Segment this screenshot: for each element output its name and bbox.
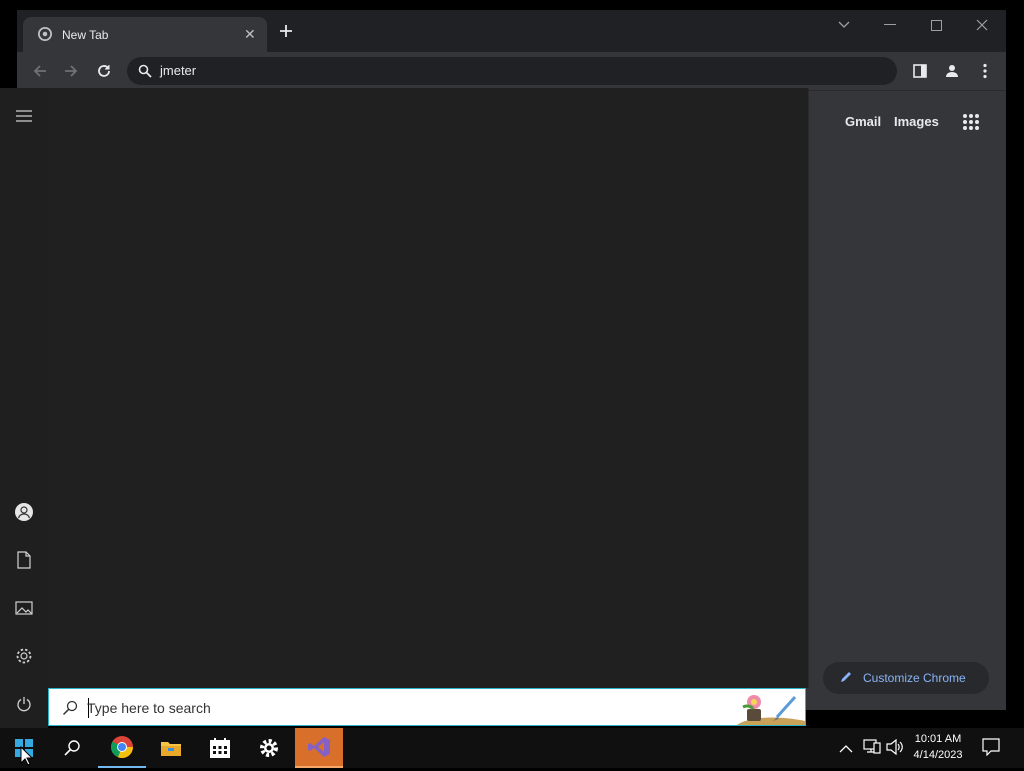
tab-search-icon[interactable] [821,10,867,40]
calendar-icon[interactable] [196,728,244,768]
reload-icon[interactable] [90,57,118,85]
clock-time[interactable]: 10:01 AM [906,733,970,745]
forward-icon[interactable] [57,57,85,85]
clock-date[interactable]: 4/14/2023 [906,749,970,761]
search-icon [138,64,152,83]
start-menu-panel [48,88,809,688]
minimize-icon[interactable] [867,10,913,40]
images-link[interactable]: Images [894,114,939,129]
tab-close-icon[interactable]: ✕ [244,26,256,43]
taskbar: 10:01 AM 4/14/2023 [0,728,1024,768]
notifications-icon[interactable] [982,738,1000,761]
menu-kebab-icon[interactable] [971,57,999,85]
hamburger-menu-icon[interactable] [12,104,36,128]
back-icon[interactable] [26,57,54,85]
file-explorer-icon[interactable] [147,728,195,768]
browser-toolbar: jmeter [17,52,1006,91]
tab-new-tab[interactable]: New Tab ✕ [23,17,267,52]
mouse-cursor-icon [20,745,34,771]
pencil-icon [839,670,853,689]
profile-icon[interactable] [938,57,966,85]
address-bar[interactable]: jmeter [127,57,897,85]
show-hidden-icons-icon[interactable] [839,741,853,759]
gmail-link[interactable]: Gmail [845,114,881,129]
task-search-icon[interactable] [48,728,96,768]
maximize-icon[interactable] [913,10,959,40]
apps-grid-icon[interactable] [962,113,980,136]
visual-studio-icon[interactable] [295,728,343,768]
search-icon [62,700,78,721]
new-tab-icon[interactable] [279,24,293,43]
volume-icon[interactable] [886,738,904,760]
chrome-icon[interactable] [98,728,146,768]
power-icon[interactable] [12,692,36,716]
chrome-favicon-icon [38,27,52,46]
network-icon[interactable] [863,739,881,760]
address-text[interactable]: jmeter [160,63,196,78]
pictures-icon[interactable] [12,596,36,620]
tab-title: New Tab [62,28,109,42]
start-menu-rail [0,88,48,728]
customize-chrome-button[interactable]: Customize Chrome [823,662,989,694]
customize-chrome-label: Customize Chrome [863,671,966,685]
side-panel-icon[interactable] [906,57,934,85]
documents-icon[interactable] [12,548,36,572]
search-placeholder: Type here to search [87,700,211,716]
close-window-icon[interactable] [959,10,1005,40]
user-account-icon[interactable] [12,500,36,524]
search-highlight-illustration [729,691,805,730]
settings-icon[interactable] [245,728,293,768]
settings-gear-icon[interactable] [12,644,36,668]
taskbar-search-box[interactable]: Type here to search [48,688,806,726]
tab-strip: New Tab ✕ [17,10,1006,52]
